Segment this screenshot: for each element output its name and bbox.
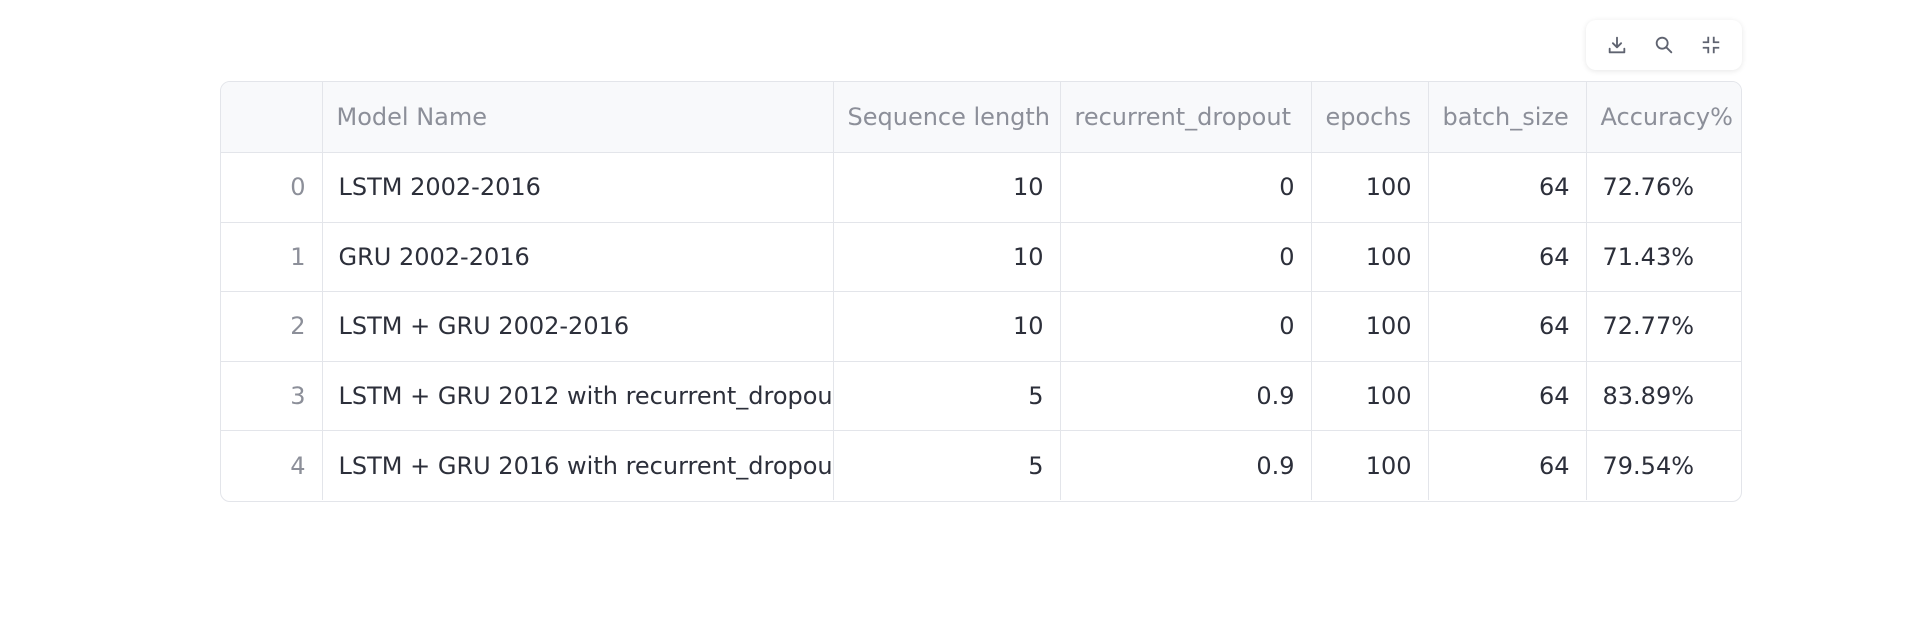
cell-epochs[interactable]: 100 <box>1311 291 1429 362</box>
dataframe-table: Model Name Sequence length recurrent_dro… <box>220 81 1742 502</box>
row-index[interactable]: 0 <box>221 152 323 223</box>
cell-batch-size[interactable]: 64 <box>1428 222 1587 293</box>
cell-batch-size[interactable]: 64 <box>1428 152 1587 223</box>
cell-accuracy[interactable]: 71.43% <box>1586 222 1741 293</box>
cell-recurrent-dropout[interactable]: 0.9 <box>1060 430 1312 500</box>
row-index[interactable]: 3 <box>221 361 323 432</box>
cell-sequence-length[interactable]: 10 <box>833 291 1061 362</box>
cell-epochs[interactable]: 100 <box>1311 430 1429 500</box>
cell-recurrent-dropout[interactable]: 0 <box>1060 222 1312 293</box>
dataframe-toolbar <box>1586 20 1742 70</box>
cell-sequence-length[interactable]: 10 <box>833 222 1061 293</box>
cell-model-name[interactable]: LSTM + GRU 2016 with recurrent_dropout <box>322 430 834 500</box>
cell-recurrent-dropout[interactable]: 0 <box>1060 291 1312 362</box>
cell-epochs[interactable]: 100 <box>1311 361 1429 432</box>
cell-accuracy[interactable]: 72.76% <box>1586 152 1741 223</box>
column-header-model-name[interactable]: Model Name <box>322 82 834 153</box>
cell-sequence-length[interactable]: 10 <box>833 152 1061 223</box>
table-row: 1 GRU 2002-2016 10 0 100 64 71.43% <box>221 222 1741 293</box>
cell-model-name[interactable]: LSTM + GRU 2012 with recurrent_dropout <box>322 361 834 432</box>
search-icon <box>1655 36 1673 54</box>
column-header-accuracy[interactable]: Accuracy% <box>1586 82 1741 153</box>
cell-model-name[interactable]: LSTM 2002-2016 <box>322 152 834 223</box>
cell-model-name[interactable]: GRU 2002-2016 <box>322 222 834 293</box>
cell-model-name[interactable]: LSTM + GRU 2002-2016 <box>322 291 834 362</box>
cell-accuracy[interactable]: 79.54% <box>1586 431 1741 500</box>
row-index[interactable]: 1 <box>221 222 323 293</box>
table-row: 3 LSTM + GRU 2012 with recurrent_dropout… <box>221 361 1741 432</box>
cell-epochs[interactable]: 100 <box>1311 222 1429 293</box>
row-index[interactable]: 2 <box>221 291 323 362</box>
download-icon <box>1609 36 1626 54</box>
cell-epochs[interactable]: 100 <box>1311 152 1429 223</box>
column-header-epochs[interactable]: epochs <box>1311 82 1429 153</box>
column-header-index[interactable] <box>221 82 323 153</box>
table-header-row: Model Name Sequence length recurrent_dro… <box>221 82 1741 153</box>
cell-batch-size[interactable]: 64 <box>1428 361 1587 432</box>
column-header-sequence-length[interactable]: Sequence length <box>833 82 1061 153</box>
table-row: 4 LSTM + GRU 2016 with recurrent_dropout… <box>221 430 1741 500</box>
table-row: 2 LSTM + GRU 2002-2016 10 0 100 64 72.77… <box>221 291 1741 362</box>
row-index[interactable]: 4 <box>221 430 323 500</box>
cell-batch-size[interactable]: 64 <box>1428 291 1587 362</box>
cell-batch-size[interactable]: 64 <box>1428 430 1587 500</box>
exit-fullscreen-button[interactable] <box>1693 27 1729 63</box>
fullscreen-exit-icon <box>1702 36 1719 54</box>
cell-sequence-length[interactable]: 5 <box>833 361 1061 432</box>
search-button[interactable] <box>1646 27 1682 63</box>
column-header-recurrent-dropout[interactable]: recurrent_dropout <box>1060 82 1312 153</box>
download-button[interactable] <box>1599 27 1635 63</box>
column-header-batch-size[interactable]: batch_size <box>1428 82 1587 153</box>
cell-recurrent-dropout[interactable]: 0.9 <box>1060 361 1312 432</box>
cell-accuracy[interactable]: 83.89% <box>1586 361 1741 432</box>
cell-accuracy[interactable]: 72.77% <box>1586 291 1741 362</box>
cell-sequence-length[interactable]: 5 <box>833 430 1061 500</box>
table-row: 0 LSTM 2002-2016 10 0 100 64 72.76% <box>221 152 1741 223</box>
cell-recurrent-dropout[interactable]: 0 <box>1060 152 1312 223</box>
